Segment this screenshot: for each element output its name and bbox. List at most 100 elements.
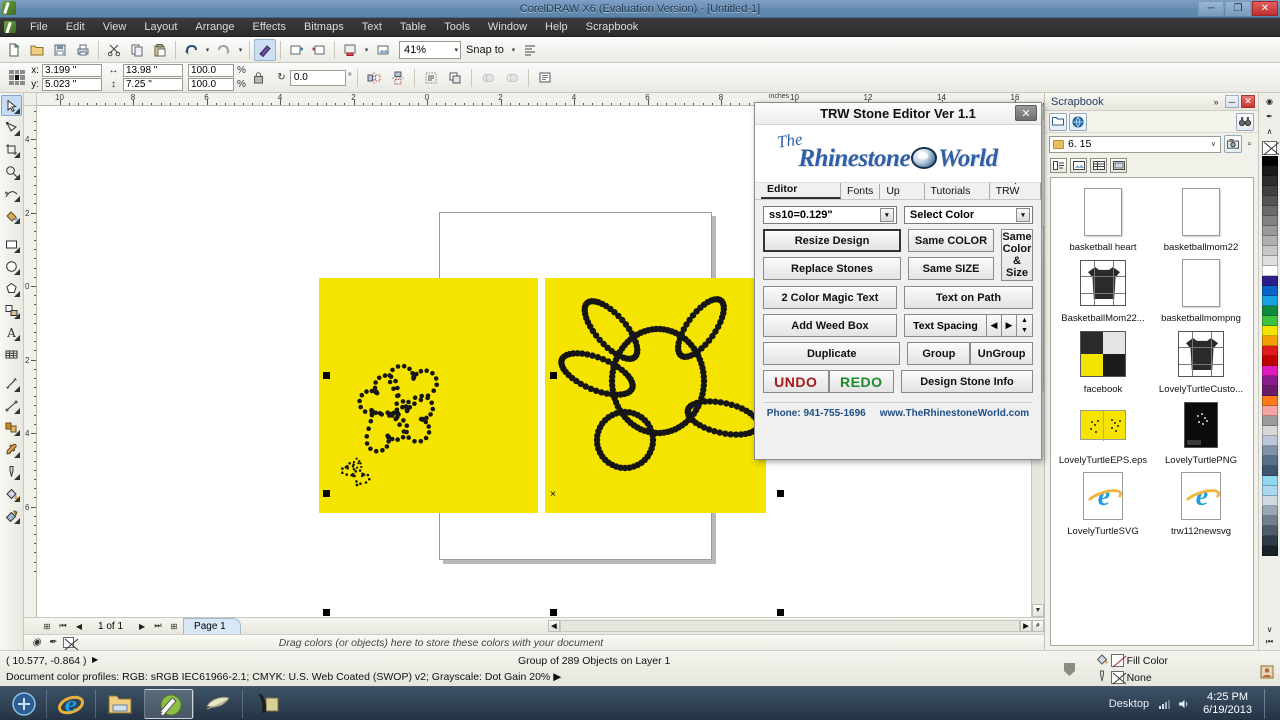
palette-swatch[interactable] (1261, 336, 1278, 346)
palette-swatch[interactable] (1261, 496, 1278, 506)
eyedropper-icon[interactable]: ✒ (46, 636, 59, 649)
same-color-button[interactable]: Same COLOR (908, 229, 994, 252)
palette-eyedropper-icon[interactable]: ✒ (1263, 110, 1277, 123)
menu-item-bitmaps[interactable]: Bitmaps (295, 19, 353, 36)
paint-taskbar-icon[interactable] (193, 688, 242, 719)
thumbnail-view-icon[interactable] (1070, 157, 1087, 173)
text-spacing-up-button[interactable]: ▲ (1017, 315, 1032, 326)
tab-fonts[interactable]: Fonts (841, 184, 881, 199)
next-page-button[interactable]: ▶ (135, 619, 149, 633)
save-icon[interactable] (49, 39, 71, 61)
list-item[interactable]: basketballmom22 (1153, 184, 1249, 253)
palette-swatch[interactable] (1261, 186, 1278, 196)
network-icon[interactable] (1157, 697, 1171, 711)
basic-shapes-tool[interactable] (1, 300, 22, 321)
path-options-icon[interactable]: ▫ (1245, 135, 1254, 153)
palette-swatch[interactable] (1261, 206, 1278, 216)
scale-vertical-input[interactable]: 100.0 (188, 78, 234, 91)
parallel-dimension-tool[interactable] (1, 373, 22, 394)
text-spacing-control[interactable]: Text Spacing ◀ ▶ ▲ ▼ (903, 314, 1033, 337)
crop-tool[interactable] (1, 139, 22, 160)
copy-icon[interactable] (126, 39, 148, 61)
palette-swatch[interactable] (1261, 226, 1278, 236)
palette-swatch[interactable] (1261, 246, 1278, 256)
zoom-tool[interactable] (1, 161, 22, 182)
fill-color-swatch[interactable] (1110, 654, 1124, 667)
close-button[interactable]: ✕ (1252, 1, 1278, 16)
selection-handle-se[interactable] (777, 609, 784, 616)
wrap-text-icon[interactable] (420, 67, 442, 89)
palette-swatch[interactable] (1261, 156, 1278, 166)
smart-fill-tool[interactable] (1, 205, 22, 226)
add-page-icon[interactable]: ⊞ (40, 619, 54, 633)
lock-ratio-icon[interactable] (251, 69, 267, 87)
import-icon[interactable] (285, 39, 307, 61)
new-document-icon[interactable] (3, 39, 25, 61)
scrapbook-item-list[interactable]: basketball heart basketballmom22 Basketb… (1050, 177, 1254, 646)
ruler-origin-corner[interactable] (24, 93, 37, 106)
utility-taskbar-icon[interactable] (242, 688, 291, 719)
palette-expand-button[interactable]: ⏮ (1263, 636, 1277, 648)
x-position-input[interactable]: 3.199 " (42, 64, 102, 77)
ungroup-button[interactable]: UnGroup (970, 342, 1033, 365)
palette-swatch[interactable] (1261, 506, 1278, 516)
menu-item-edit[interactable]: Edit (57, 19, 94, 36)
vertical-ruler[interactable]: 86420246 (24, 106, 37, 617)
snap-to-dropdown-arrow[interactable]: ▾ (509, 39, 518, 61)
large-icon-view-icon[interactable] (1110, 157, 1127, 173)
freehand-tool[interactable] (1, 183, 22, 204)
document-palette-strip[interactable]: ◉ ✒ Drag colors (or objects) here to sto… (24, 634, 1044, 650)
palette-swatch[interactable] (1261, 266, 1278, 276)
internet-explorer-taskbar-icon[interactable]: e (46, 688, 95, 719)
undo-button[interactable]: UNDO (763, 370, 829, 393)
palette-swatch[interactable] (1261, 476, 1278, 486)
export-icon[interactable] (308, 39, 330, 61)
horizontal-scrollbar[interactable]: ◀ ▶ ⌕ (548, 620, 1044, 633)
start-orb-icon[interactable] (2, 689, 46, 719)
selection-handle-sw[interactable] (323, 609, 330, 616)
list-item[interactable]: facebook (1055, 326, 1151, 395)
palette-swatch[interactable] (1261, 536, 1278, 546)
menu-app-icon[interactable] (2, 20, 18, 35)
palette-swatch[interactable] (1261, 426, 1278, 436)
cut-scissors-icon[interactable] (103, 39, 125, 61)
scroll-left-button[interactable]: ◀ (548, 620, 560, 632)
mirror-vertical-icon[interactable] (387, 67, 409, 89)
menu-item-tools[interactable]: Tools (435, 19, 479, 36)
list-view-icon[interactable] (1050, 157, 1067, 173)
zoom-fit-button[interactable]: ⌕ (1032, 620, 1044, 632)
show-desktop-button[interactable] (1264, 688, 1274, 719)
palette-swatch[interactable] (1261, 526, 1278, 536)
text-spacing-right-button[interactable]: ▶ (1001, 315, 1016, 336)
globe-icon[interactable] (1069, 112, 1087, 131)
polygon-tool[interactable] (1, 278, 22, 299)
palette-swatch[interactable] (1261, 176, 1278, 186)
publish-dropdown-arrow[interactable]: ▾ (362, 39, 371, 61)
select-color-dropdown[interactable]: Select Color ▾ (903, 206, 1033, 224)
palette-swatch[interactable] (1261, 196, 1278, 206)
trw-close-button[interactable]: ✕ (1015, 105, 1037, 121)
menu-item-effects[interactable]: Effects (244, 19, 295, 36)
menu-item-window[interactable]: Window (479, 19, 536, 36)
y-position-input[interactable]: 5.023 " (42, 78, 102, 91)
restore-button[interactable]: ❐ (1225, 1, 1251, 16)
palette-swatch[interactable] (1261, 236, 1278, 246)
binoculars-icon[interactable] (1236, 112, 1254, 131)
publish-pdf-icon[interactable] (339, 39, 361, 61)
object-properties-icon[interactable] (534, 67, 556, 89)
menu-item-help[interactable]: Help (536, 19, 577, 36)
snapshot-icon[interactable] (1224, 135, 1242, 153)
fill-tool[interactable] (1, 483, 22, 504)
list-item[interactable]: basketballmompng (1153, 255, 1249, 324)
chevron-down-icon[interactable]: ▾ (454, 46, 458, 54)
list-item[interactable]: basketball heart (1055, 184, 1151, 253)
color-eyedropper-tool[interactable] (1, 439, 22, 460)
docker-close-button[interactable]: ✕ (1241, 95, 1255, 108)
redo-dropdown-arrow[interactable]: ▾ (236, 39, 245, 61)
redo-button[interactable]: REDO (828, 370, 894, 393)
resize-design-button[interactable]: Resize Design (763, 229, 901, 252)
menu-item-scrapbook[interactable]: Scrapbook (577, 19, 648, 36)
selection-handle-s[interactable] (550, 609, 557, 616)
menu-item-table[interactable]: Table (391, 19, 435, 36)
options-icon[interactable] (519, 39, 541, 61)
